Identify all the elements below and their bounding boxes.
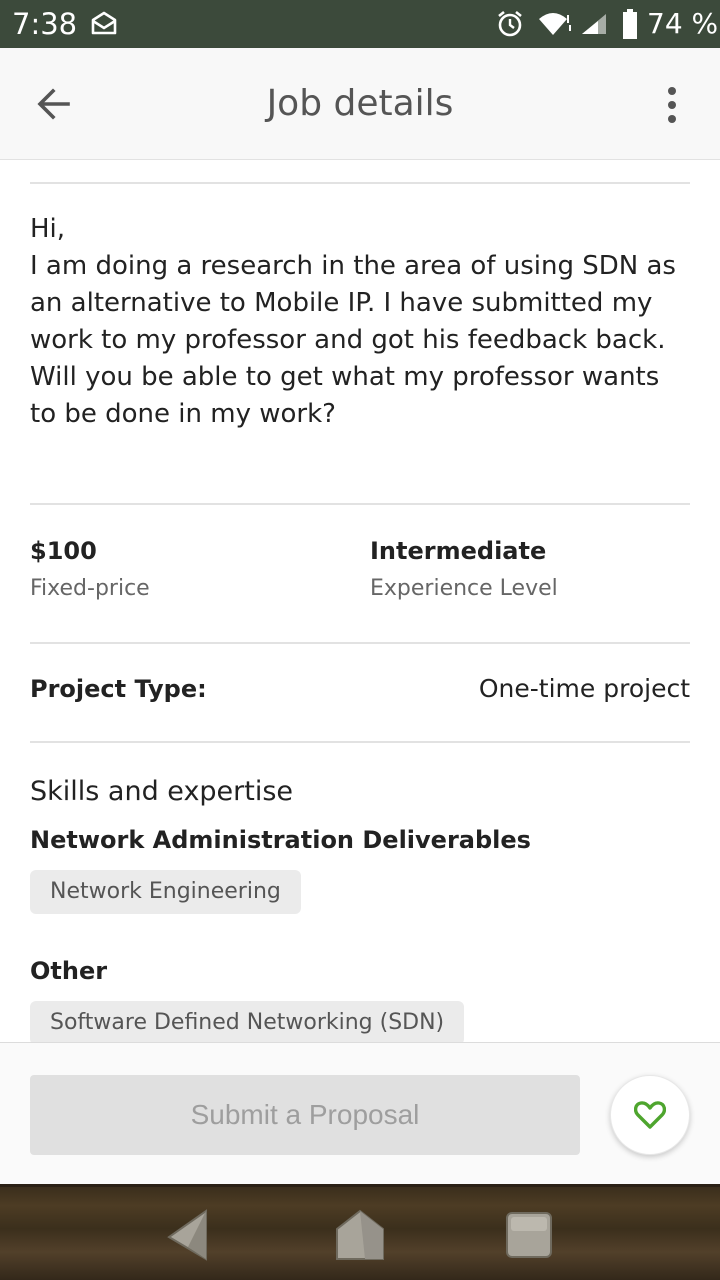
- project-type-value: One-time project: [478, 674, 690, 703]
- skill-group-title: Other: [30, 957, 108, 985]
- nav-home-icon[interactable]: [335, 1209, 385, 1261]
- job-details-content[interactable]: Hi, I am doing a research in the area of…: [0, 160, 720, 1042]
- alarm-icon: [498, 10, 522, 37]
- skill-group-title: Network Administration Deliverables: [30, 826, 531, 854]
- back-button[interactable]: [28, 78, 80, 130]
- more-options-button[interactable]: [650, 80, 694, 130]
- nav-recent-apps-icon[interactable]: [505, 1211, 553, 1259]
- experience-level-value: Intermediate: [370, 537, 547, 565]
- save-job-button[interactable]: [610, 1075, 690, 1155]
- page-title: Job details: [266, 83, 454, 124]
- experience-level-label: Experience Level: [370, 576, 558, 601]
- more-vertical-icon: [668, 87, 676, 123]
- app-bar: Job details: [0, 48, 720, 160]
- skill-chip[interactable]: Software Defined Networking (SDN): [30, 1001, 465, 1042]
- status-bar: 7:38 74 %: [0, 0, 720, 48]
- wifi-icon: [539, 13, 571, 35]
- job-price-type: Fixed-price: [30, 576, 150, 601]
- divider: [30, 741, 690, 743]
- job-price: $100: [30, 537, 97, 565]
- mail-icon: [91, 11, 117, 35]
- status-time: 7:38: [12, 7, 78, 41]
- divider: [30, 503, 690, 505]
- skills-title: Skills and expertise: [30, 776, 294, 807]
- divider: [30, 182, 690, 184]
- divider: [30, 642, 690, 644]
- battery-icon: [623, 9, 637, 39]
- nav-back-icon[interactable]: [166, 1209, 210, 1261]
- battery-percent: 74 %: [647, 7, 719, 40]
- action-bar: Submit a Proposal: [0, 1042, 720, 1184]
- signal-icon: [582, 14, 606, 34]
- submit-proposal-button[interactable]: Submit a Proposal: [30, 1075, 580, 1155]
- skill-chip[interactable]: Network Engineering: [30, 870, 301, 914]
- system-nav-bar: [0, 1184, 720, 1280]
- project-type-label: Project Type:: [30, 675, 207, 703]
- job-description: Hi, I am doing a research in the area of…: [30, 214, 676, 429]
- heart-outline-icon: [634, 1101, 666, 1129]
- arrow-left-icon: [37, 88, 70, 120]
